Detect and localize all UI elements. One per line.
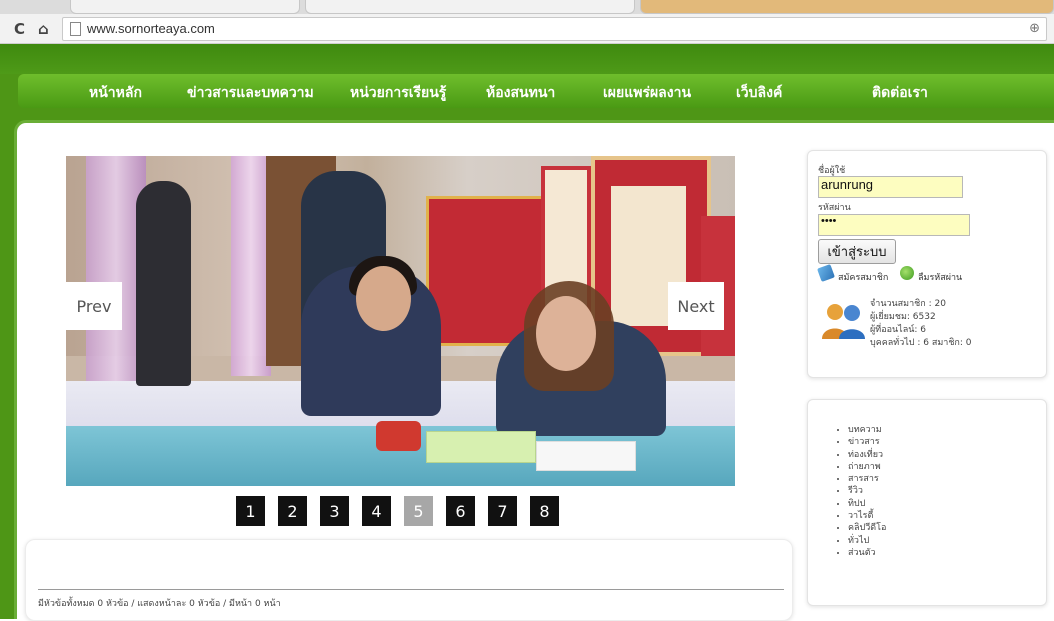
news-count-text: มีหัวข้อทั้งหมด 0 หัวข้อ / แสดงหน้าละ 0 … [38,599,281,609]
category-panel: บทความ ข่าวสาร ท่องเที่ยว ถ่ายภาพ สารสาร… [807,399,1047,606]
browser-tab[interactable] [305,0,635,14]
register-icon [817,264,835,282]
forgot-password-link[interactable]: ลืมรหัสผ่าน [918,270,962,284]
pager-page-8[interactable]: 8 [530,496,559,526]
login-button[interactable]: เข้าสู่ระบบ [818,239,896,264]
menu-item-contact[interactable]: ติดต่อเรา [872,82,928,104]
stat-members: จำนวนสมาชิก : 20 [870,299,946,309]
login-panel: ชื่อผู้ใช้ arunrung รหัสผ่าน •••• เข้าสู… [807,150,1047,378]
slide-photo-detail [426,431,536,463]
slide-photo-detail [536,441,636,471]
slide-photo-detail [356,266,411,331]
users-icon [822,304,865,339]
category-item[interactable]: ทิปป [848,498,886,510]
category-item[interactable]: รีวิว [848,485,886,497]
pager-page-6[interactable]: 6 [446,496,475,526]
category-item[interactable]: ทั่วไป [848,535,886,547]
stat-breakdown: บุคคลทั่วไป : 6 สมาชิก: 0 [870,338,972,348]
category-item[interactable]: ส่วนตัว [848,547,886,559]
slider-pager: 1 2 3 4 5 6 7 8 [236,496,559,526]
category-list: บทความ ข่าวสาร ท่องเที่ยว ถ่ายภาพ สารสาร… [848,424,886,559]
category-item[interactable]: วาไรตี้ [848,510,886,522]
pager-page-3[interactable]: 3 [320,496,349,526]
tab-strip [0,0,1054,14]
password-input[interactable]: •••• [818,214,970,236]
pager-page-5[interactable]: 5 [404,496,433,526]
category-item[interactable]: ถ่ายภาพ [848,461,886,473]
slider-next-button[interactable]: Next [668,282,724,330]
web-page: หน้าหลัก ข่าวสารและบทความ หน่วยการเรียนร… [0,44,1054,621]
stat-visitors: ผู้เยี่ยมชม: 6532 [870,312,936,322]
content-area: Prev Next 1 2 3 4 5 6 7 8 มีหัวข้อทั้งหม… [14,120,1054,621]
slide-photo-detail [136,181,191,386]
pager-page-7[interactable]: 7 [488,496,517,526]
register-link[interactable]: สมัครสมาชิก [838,270,888,284]
username-label: ชื่อผู้ใช้ [818,166,846,176]
header-band [0,44,1054,74]
menu-item-publish-works[interactable]: เผยแพร่ผลงาน [603,82,691,104]
pager-page-2[interactable]: 2 [278,496,307,526]
home-icon[interactable]: ⌂ [38,20,49,38]
browser-tab[interactable] [70,0,300,14]
url-text[interactable]: www.sornorteaya.com [87,21,215,36]
divider [38,589,784,590]
category-item[interactable]: ท่องเที่ยว [848,449,886,461]
slide-photo-detail [536,296,596,371]
category-item[interactable]: ข่าวสาร [848,436,886,448]
password-label: รหัสผ่าน [818,203,851,213]
address-bar[interactable]: www.sornorteaya.com ⊕ [62,17,1047,41]
zoom-icon[interactable]: ⊕ [1029,21,1040,36]
page-icon [70,22,81,36]
menu-item-chat-room[interactable]: ห้องสนทนา [486,82,555,104]
pager-page-1[interactable]: 1 [236,496,265,526]
image-slider[interactable]: Prev Next [66,156,735,486]
menu-item-web-links[interactable]: เว็บลิงค์ [736,82,782,104]
browser-toolbar: C ⌂ www.sornorteaya.com ⊕ [0,0,1054,44]
menu-item-home[interactable]: หน้าหลัก [89,82,142,104]
reload-icon[interactable]: C [14,20,25,38]
news-panel: มีหัวข้อทั้งหมด 0 หัวข้อ / แสดงหน้าละ 0 … [25,539,793,621]
stat-online: ผู้ที่ออนไลน์: 6 [870,325,926,335]
username-input[interactable]: arunrung [818,176,963,198]
forgot-password-icon [900,266,914,280]
category-item[interactable]: คลิปวีดีโอ [848,522,886,534]
menu-item-news[interactable]: ข่าวสารและบทความ [187,82,314,104]
category-item[interactable]: สารสาร [848,473,886,485]
main-menu: หน้าหลัก ข่าวสารและบทความ หน่วยการเรียนร… [18,74,1054,108]
slide-photo-detail [231,156,271,376]
category-item[interactable]: บทความ [848,424,886,436]
pager-page-4[interactable]: 4 [362,496,391,526]
menu-item-learning-units[interactable]: หน่วยการเรียนรู้ [350,82,446,104]
browser-tab[interactable] [640,0,1054,14]
slide-photo-detail [376,421,421,451]
slider-prev-button[interactable]: Prev [66,282,122,330]
site-stats: จำนวนสมาชิก : 20 ผู้เยี่ยมชม: 6532 ผู้ที… [870,298,972,350]
